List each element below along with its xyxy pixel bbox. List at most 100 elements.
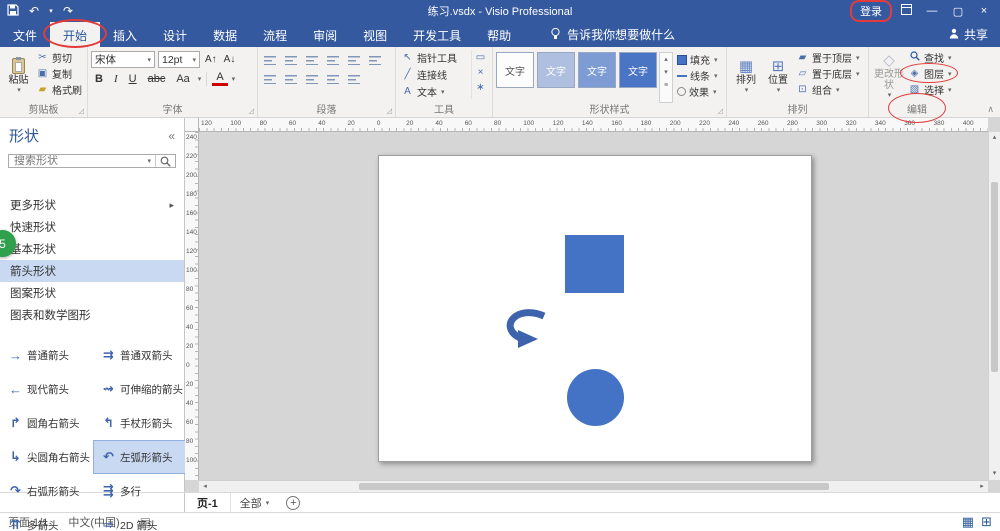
select-button[interactable]: ▧ 选择 ▾ bbox=[906, 82, 954, 97]
bring-to-front-button[interactable]: ▰置于顶层▾ bbox=[794, 50, 862, 65]
align-center-icon[interactable] bbox=[285, 55, 297, 65]
shape-category-5[interactable]: 图表和数学图形 bbox=[0, 304, 184, 326]
shape-category-4[interactable]: 图案形状 bbox=[0, 282, 184, 304]
cut-button[interactable]: ✂剪切 bbox=[34, 50, 84, 65]
canvas-square-shape[interactable] bbox=[565, 235, 624, 293]
shape-category-2[interactable]: 基本形状 bbox=[0, 238, 184, 260]
tab-view[interactable]: 视图 bbox=[350, 22, 400, 47]
shape-category-1[interactable]: 快速形状 bbox=[0, 216, 184, 238]
collapse-ribbon-icon[interactable]: ∧ bbox=[987, 104, 994, 115]
scroll-right-icon[interactable]: ▸ bbox=[976, 481, 988, 492]
stencil-shape-7[interactable]: ↶左弧形箭头 bbox=[93, 440, 186, 474]
stencil-shape-1[interactable]: ⇉普通双箭头 bbox=[93, 338, 186, 372]
connector-tool-button[interactable]: ╱连接线 bbox=[399, 67, 469, 82]
paste-button[interactable]: 粘贴 ▾ bbox=[3, 50, 34, 103]
pointer-tool-button[interactable]: ↖指针工具 bbox=[399, 50, 469, 65]
pan-zoom-icon[interactable]: ⊞ bbox=[981, 514, 992, 530]
font-name-select[interactable]: 宋体▾ bbox=[91, 51, 155, 68]
shape-styles-dialog-launcher[interactable]: ◿ bbox=[718, 107, 723, 115]
drawing-page[interactable] bbox=[378, 155, 812, 462]
tab-developer[interactable]: 开发工具 bbox=[400, 22, 474, 47]
undo-dropdown-icon[interactable]: ▾ bbox=[46, 7, 56, 15]
search-dropdown-icon[interactable]: ▾ bbox=[143, 157, 155, 165]
decrease-indent-icon[interactable] bbox=[348, 55, 360, 65]
maximize-button[interactable]: ▢ bbox=[946, 5, 970, 18]
stencil-shape-10[interactable]: ⇈多箭头 bbox=[0, 508, 93, 531]
stencil-shape-0[interactable]: →普通箭头 bbox=[0, 338, 93, 372]
redo-icon[interactable]: ↷ bbox=[59, 4, 77, 18]
font-dialog-launcher[interactable]: ◿ bbox=[249, 107, 254, 115]
copy-button[interactable]: ▣复制 bbox=[34, 66, 84, 81]
align-left-icon[interactable] bbox=[264, 55, 276, 65]
style-sample-2[interactable]: 文字 bbox=[578, 52, 616, 88]
shape-search-input[interactable] bbox=[9, 155, 143, 167]
rectangle-tool-icon[interactable]: ▭ bbox=[476, 52, 485, 64]
connection-point-icon[interactable]: × bbox=[478, 67, 484, 79]
style-sample-1[interactable]: 文字 bbox=[537, 52, 575, 88]
stencil-shape-2[interactable]: ←现代箭头 bbox=[0, 372, 93, 406]
tab-data[interactable]: 数据 bbox=[200, 22, 250, 47]
font-size-select[interactable]: 12pt▾ bbox=[158, 51, 200, 68]
paragraph-spacing-icon[interactable] bbox=[348, 74, 360, 84]
minimize-button[interactable]: — bbox=[920, 5, 944, 17]
text-tool-button[interactable]: A文本▾ bbox=[399, 84, 469, 99]
freeform-tool-icon[interactable]: ∗ bbox=[476, 82, 484, 94]
send-to-back-button[interactable]: ▱置于底层▾ bbox=[794, 66, 862, 81]
clipboard-dialog-launcher[interactable]: ◿ bbox=[79, 107, 84, 115]
position-button[interactable]: ⊞ 位置 ▾ bbox=[762, 50, 794, 103]
stencil-shape-9[interactable]: ⇶多行 bbox=[93, 474, 186, 508]
text-direction-icon[interactable] bbox=[327, 74, 339, 84]
grow-font-icon[interactable]: A↑ bbox=[203, 54, 219, 65]
drawing-canvas-area[interactable]: 1201008060402002040608010012014016018020… bbox=[185, 118, 1000, 492]
increase-indent-icon[interactable] bbox=[369, 55, 381, 65]
paragraph-dialog-launcher[interactable]: ◿ bbox=[387, 107, 392, 115]
gallery-up-icon[interactable]: ▴ bbox=[660, 53, 672, 66]
fill-button[interactable]: 填充▾ bbox=[675, 52, 720, 67]
font-color-button[interactable]: A bbox=[212, 72, 227, 86]
line-button[interactable]: 线条▾ bbox=[675, 68, 720, 83]
vertical-scrollbar[interactable]: ▴ ▾ bbox=[988, 132, 1000, 480]
style-sample-0[interactable]: 文字 bbox=[496, 52, 534, 88]
tab-review[interactable]: 审阅 bbox=[300, 22, 350, 47]
login-button[interactable]: 登录 bbox=[850, 0, 892, 22]
tab-file[interactable]: 文件 bbox=[0, 22, 50, 47]
all-pages-button[interactable]: 全部▾ bbox=[231, 493, 279, 512]
scroll-left-icon[interactable]: ◂ bbox=[199, 481, 211, 492]
horizontal-scrollbar[interactable]: ◂ ▸ bbox=[199, 480, 988, 492]
vertical-scroll-thumb[interactable] bbox=[991, 182, 998, 372]
stencil-shape-8[interactable]: ↷右弧形箭头 bbox=[0, 474, 93, 508]
tab-help[interactable]: 帮助 bbox=[474, 22, 524, 47]
layers-button[interactable]: ◈ 图层 ▾ bbox=[906, 66, 954, 81]
tell-me-box[interactable]: 告诉我你想要做什么 bbox=[542, 22, 683, 47]
stencil-shape-3[interactable]: ⇝可伸缩的箭头 bbox=[93, 372, 186, 406]
effects-button[interactable]: 效果▾ bbox=[675, 84, 720, 99]
tab-home[interactable]: 开始 bbox=[50, 22, 100, 47]
canvas-circle-shape[interactable] bbox=[567, 369, 624, 426]
bold-button[interactable]: B bbox=[91, 73, 107, 85]
scroll-down-icon[interactable]: ▾ bbox=[989, 468, 1000, 480]
stencil-shape-4[interactable]: ↱圆角右箭头 bbox=[0, 406, 93, 440]
find-button[interactable]: 查找 ▾ bbox=[906, 50, 954, 65]
format-painter-button[interactable]: ▰格式刷 bbox=[34, 82, 84, 97]
stencil-shape-11[interactable]: ⇨2D 箭头 bbox=[93, 508, 186, 531]
horizontal-scroll-thumb[interactable] bbox=[359, 483, 829, 490]
stencil-shape-5[interactable]: ↰手杖形箭头 bbox=[93, 406, 186, 440]
tab-design[interactable]: 设计 bbox=[150, 22, 200, 47]
align-bottom-icon[interactable] bbox=[306, 74, 318, 84]
fit-page-icon[interactable]: ▦ bbox=[962, 514, 974, 530]
align-right-icon[interactable] bbox=[306, 55, 318, 65]
strikethrough-button[interactable]: abc bbox=[144, 73, 170, 85]
arrange-button[interactable]: ▦ 排列 ▾ bbox=[730, 50, 762, 103]
save-icon[interactable] bbox=[4, 4, 22, 19]
group-button[interactable]: ⊡组合▾ bbox=[794, 82, 862, 97]
share-button[interactable]: 共享 bbox=[937, 22, 1000, 47]
style-sample-3[interactable]: 文字 bbox=[619, 52, 657, 88]
underline-button[interactable]: U bbox=[125, 73, 141, 85]
collapse-panel-icon[interactable]: « bbox=[168, 129, 175, 143]
align-middle-icon[interactable] bbox=[285, 74, 297, 84]
italic-button[interactable]: I bbox=[110, 73, 122, 85]
ribbon-display-options-icon[interactable] bbox=[894, 4, 918, 18]
shape-category-3[interactable]: 箭头形状 bbox=[0, 260, 184, 282]
page-tab-1[interactable]: 页-1 bbox=[185, 493, 231, 512]
tab-insert[interactable]: 插入 bbox=[100, 22, 150, 47]
